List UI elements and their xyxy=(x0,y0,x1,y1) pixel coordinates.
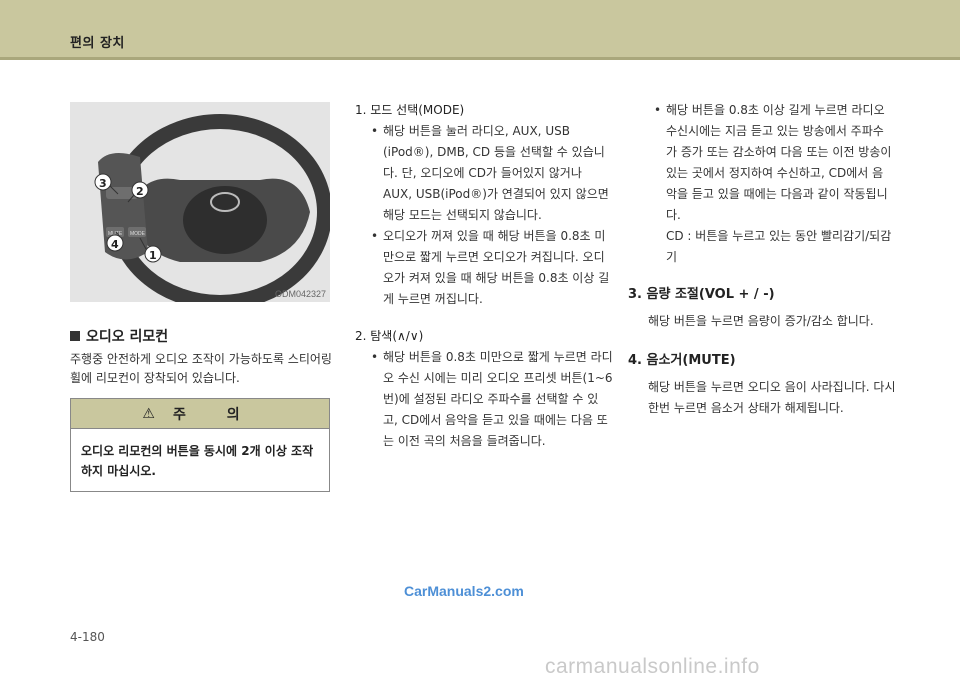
volume-text: 해당 버튼을 누르면 음량이 증가/감소 합니다. xyxy=(648,314,874,328)
header-bar xyxy=(0,0,960,57)
seek-title: 2. 탐색(∧/∨) xyxy=(355,329,424,343)
mute-text: 해당 버튼을 누르면 오디오 음이 사라집니다. 다시 한번 누르면 음소거 상… xyxy=(648,380,896,415)
page-section-title: 편의 장치 xyxy=(70,36,125,51)
section-description: 주행중 안전하게 오디오 조작이 가능하도록 스티어링 휠에 리모컨이 장착되어… xyxy=(70,352,332,385)
callout-1: 1 xyxy=(149,249,157,262)
mode-button-label: MODE xyxy=(130,231,146,237)
section-heading: 오디오 리모컨 xyxy=(70,326,168,346)
mode-title: 1. 모드 선택(MODE) xyxy=(355,103,465,117)
caution-title: 주 의 xyxy=(172,406,258,423)
site-watermark: carmanualsonline.info xyxy=(545,655,760,678)
mute-title: 4. 음소거(MUTE) xyxy=(628,353,736,368)
caution-text: 오디오 리모컨의 버튼을 동시에 2개 이상 조작하지 마십시오. xyxy=(81,444,314,478)
page-number: 4-180 xyxy=(70,630,105,644)
steering-wheel-illustration: MUTE MODE 3 2 4 1 xyxy=(70,102,330,302)
seek-cd-note: CD : 버튼을 누르고 있는 동안 빨리감기/되감기 xyxy=(666,229,892,264)
seek-bullet-1: 해당 버튼을 0.8초 미만으로 짧게 누르면 라디오 수신 시에는 미리 오디… xyxy=(369,347,613,452)
figure-code: ODM042327 xyxy=(274,289,326,299)
mode-bullet-1: 해당 버튼을 눌러 라디오, AUX, USB (iPod®), DMB, CD… xyxy=(369,121,613,226)
seek-bullet-2: 해당 버튼을 0.8초 이상 길게 누르면 라디오 수신시에는 지금 듣고 있는… xyxy=(652,100,892,226)
volume-block: 3. 음량 조절(VOL + / -) 해당 버튼을 누르면 음량이 증가/감소… xyxy=(628,284,898,332)
mode-bullet-2: 오디오가 꺼져 있을 때 해당 버튼을 0.8초 미만으로 짧게 누르면 오디오… xyxy=(369,226,613,310)
callout-3: 3 xyxy=(99,177,107,190)
caution-header: ⚠ 주 의 xyxy=(71,399,329,429)
warning-triangle-icon: ⚠ xyxy=(142,405,155,422)
volume-title: 3. 음량 조절(VOL + / -) xyxy=(628,287,775,302)
carmanuals-watermark: CarManuals2.com xyxy=(404,583,524,599)
right-column: 해당 버튼을 0.8초 이상 길게 누르면 라디오 수신시에는 지금 듣고 있는… xyxy=(652,100,892,268)
mute-block: 4. 음소거(MUTE) 해당 버튼을 누르면 오디오 음이 사라집니다. 다시… xyxy=(628,350,898,419)
middle-column: 1. 모드 선택(MODE) 해당 버튼을 눌러 라디오, AUX, USB (… xyxy=(355,100,613,452)
header-divider xyxy=(0,57,960,60)
steering-wheel-figure: MUTE MODE 3 2 4 1 ODM042327 xyxy=(70,102,330,302)
callout-4: 4 xyxy=(111,238,119,251)
callout-2: 2 xyxy=(136,185,144,198)
square-bullet-icon xyxy=(70,331,80,341)
caution-box: ⚠ 주 의 오디오 리모컨의 버튼을 동시에 2개 이상 조작하지 마십시오. xyxy=(70,398,330,492)
